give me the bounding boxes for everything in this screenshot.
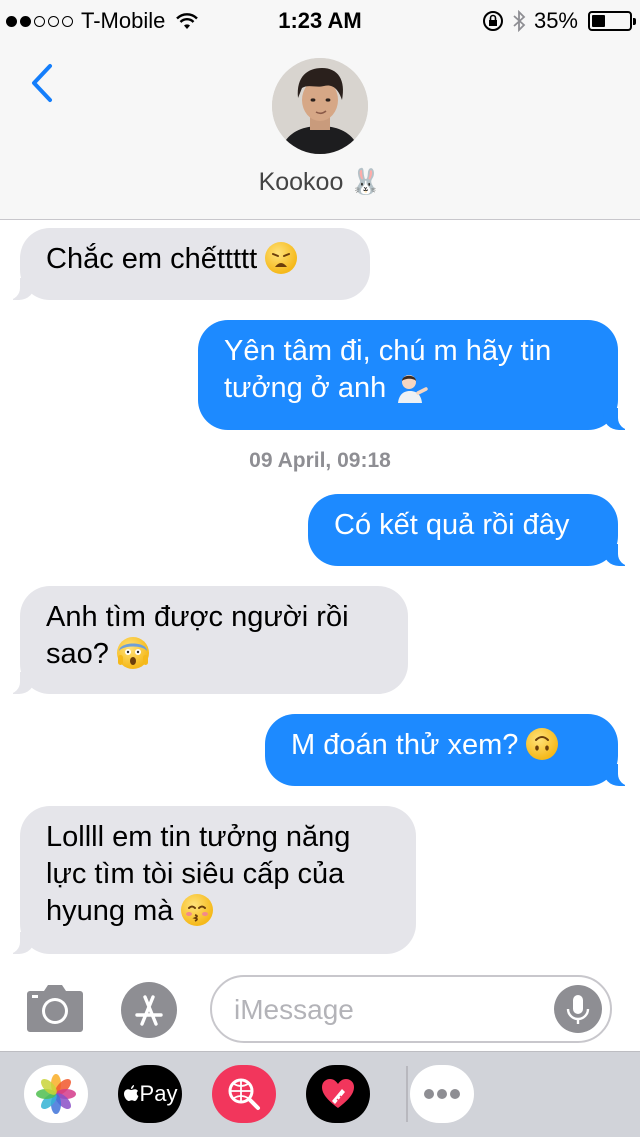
contact-name[interactable]: Kookoo 🐰 xyxy=(0,168,640,197)
apple-pay-button[interactable]: Pay xyxy=(118,1065,182,1123)
rotation-lock-icon xyxy=(482,11,503,31)
app-store-icon[interactable] xyxy=(120,981,178,1039)
person-tipping-hand-icon xyxy=(394,371,429,403)
face-screaming-in-fear-icon xyxy=(116,637,149,669)
heart-touch-icon xyxy=(322,1079,354,1108)
weary-face-icon xyxy=(265,242,298,274)
apple-logo-icon xyxy=(123,1085,138,1101)
message-bubble-incoming[interactable]: Lollll em tin tưởng năng lực tìm tòi siê… xyxy=(2,806,416,954)
photos-app-button[interactable] xyxy=(24,1065,88,1123)
more-apps-button[interactable] xyxy=(410,1065,474,1123)
upside-down-face-icon xyxy=(526,728,559,760)
apple-pay-label: Pay xyxy=(139,1081,178,1106)
message-bubble-incoming[interactable]: Anh tìm được người rồi sao? xyxy=(2,586,408,694)
message-text-line: Lollll em tin tưởng năng xyxy=(46,821,351,853)
back-chevron-icon[interactable] xyxy=(22,58,62,108)
conversation-header: Kookoo 🐰 xyxy=(0,40,640,220)
bluetooth-icon xyxy=(513,10,526,32)
message-bubble-incoming[interactable]: Chắc em chếttttt xyxy=(2,228,370,300)
message-text-line: Anh tìm được người rồi xyxy=(46,601,349,633)
kissing-face-closed-eyes-icon xyxy=(181,894,214,926)
message-bubble-outgoing[interactable]: M đoán thử xem? xyxy=(265,714,636,786)
message-bubble-outgoing[interactable]: Yên tâm đi, chú m hãy tin tưởng ở anh xyxy=(198,320,636,430)
gif-search-app-button[interactable] xyxy=(212,1065,276,1123)
message-text: Có kết quả rồi đây xyxy=(334,509,570,541)
message-text-line: hyung mà xyxy=(46,895,174,927)
contact-avatar[interactable] xyxy=(272,58,368,154)
ellipsis-icon xyxy=(424,1089,460,1099)
message-text-line: lực tìm tòi siêu cấp của xyxy=(46,858,345,890)
status-bar: T-Mobile 1:23 AM 35% xyxy=(0,0,640,40)
globe-search-icon xyxy=(228,1078,260,1110)
timestamp: 09 April, 09:18 xyxy=(249,449,391,472)
message-text-line: Yên tâm đi, chú m hãy tin xyxy=(224,335,552,367)
imessage-input[interactable] xyxy=(232,987,556,1033)
message-text-line: sao? xyxy=(46,638,109,670)
message-text-line: tưởng ở anh xyxy=(224,372,387,404)
battery-level xyxy=(592,15,605,27)
message-text: Chắc em chếttttt xyxy=(46,243,258,275)
message-bubble-outgoing[interactable]: Có kết quả rồi đây xyxy=(308,494,636,566)
photos-icon xyxy=(36,1074,76,1114)
signal-strength-icon xyxy=(6,15,73,27)
microphone-icon xyxy=(566,995,590,1024)
digital-touch-app-button[interactable] xyxy=(306,1065,370,1123)
battery-icon xyxy=(588,11,636,31)
microphone-button[interactable] xyxy=(554,985,602,1033)
imessage-text-field[interactable] xyxy=(210,975,612,1043)
drawer-divider xyxy=(406,1066,408,1122)
wifi-icon xyxy=(176,13,199,29)
carrier-name: T-Mobile xyxy=(81,8,166,33)
battery-percent: 35% xyxy=(533,8,578,33)
app-drawer: Pay xyxy=(0,1051,640,1137)
message-input-bar xyxy=(0,963,640,1051)
message-text: M đoán thử xem? xyxy=(291,729,519,761)
camera-icon[interactable] xyxy=(26,983,84,1033)
